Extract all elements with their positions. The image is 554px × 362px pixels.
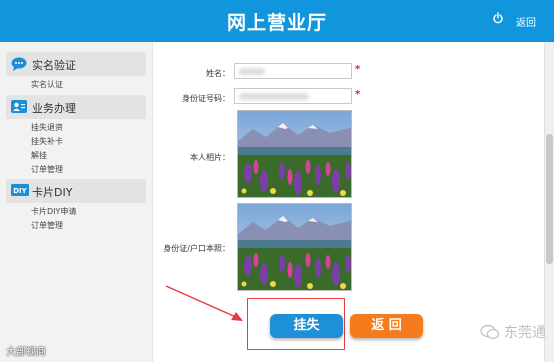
header-back-link[interactable]: 返回: [516, 14, 536, 29]
sidebar-item-loss-refund[interactable]: 挂失退资: [31, 122, 63, 133]
sidebar-group-label: 业务办理: [32, 102, 76, 115]
photo-label: 本人相片：: [190, 153, 230, 162]
report-loss-button[interactable]: 挂失: [270, 314, 343, 338]
diy-badge-icon: DIY: [11, 184, 29, 196]
watermark-right-text: 东莞通: [504, 325, 546, 341]
id-document-photo[interactable]: [237, 203, 352, 291]
required-mark: *: [355, 64, 361, 75]
name-value-blurred: [239, 68, 265, 75]
required-mark: *: [355, 89, 361, 100]
sidebar-group-business[interactable]: 业务办理: [6, 95, 146, 119]
id-value-blurred: [239, 93, 309, 100]
watermark-left: 大部视商: [6, 347, 46, 358]
sidebar-item-diy-orders[interactable]: 订单管理: [31, 220, 63, 231]
id-number-label: 身份证号码：: [182, 94, 230, 103]
page-title: 网上营业厅: [226, 12, 327, 34]
sidebar-item-unlock[interactable]: 解挂: [31, 150, 47, 161]
sidebar-group-card-diy[interactable]: DIY 卡片DIY: [6, 179, 146, 203]
sidebar-item-orders[interactable]: 订单管理: [31, 164, 63, 175]
scrollbar[interactable]: [544, 42, 554, 362]
back-button[interactable]: 返 回: [350, 314, 423, 338]
sidebar-item-loss-reissue[interactable]: 挂失补卡: [31, 136, 63, 147]
id-photo-label: 身份证/户口本照：: [163, 244, 230, 253]
id-card-icon: [11, 100, 27, 113]
sidebar-group-label: 卡片DIY: [32, 186, 73, 199]
sidebar: 实名验证 实名认证 业务办理 挂失退资 挂失补卡 解挂 订单管理 DIY 卡片D…: [0, 42, 153, 362]
name-label: 姓名：: [206, 69, 230, 78]
sidebar-group-verification[interactable]: 实名验证: [6, 52, 146, 76]
svg-text:DIY: DIY: [13, 187, 27, 195]
name-field[interactable]: [234, 63, 352, 79]
power-icon[interactable]: [492, 12, 504, 24]
sidebar-group-label: 实名验证: [32, 59, 76, 72]
id-number-field[interactable]: [234, 88, 352, 104]
chat-bubble-icon: [11, 57, 27, 71]
sidebar-item-realname[interactable]: 实名认证: [31, 79, 63, 90]
self-photo[interactable]: [237, 110, 352, 198]
watermark-right: 东莞通: [479, 322, 546, 342]
wechat-icon: [479, 324, 499, 340]
sidebar-item-diy-apply[interactable]: 卡片DIY申请: [31, 206, 76, 217]
header-bar: 网上营业厅 返回: [0, 0, 554, 42]
scrollbar-thumb[interactable]: [546, 134, 553, 264]
